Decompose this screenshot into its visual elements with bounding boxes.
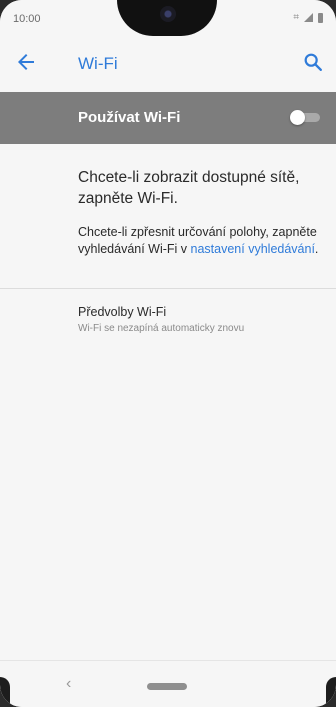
front-camera-icon — [160, 6, 176, 22]
wifi-preferences-subtitle: Wi-Fi se nezapíná automaticky znovu — [78, 323, 245, 334]
app-toolbar: Wi-Fi — [0, 36, 336, 92]
system-icons: ⌗ — [293, 12, 323, 23]
chevron-left-icon[interactable]: ‹ — [66, 675, 71, 693]
status-bar: 10:00 ⌗ — [0, 0, 336, 36]
wifi-master-toggle-row[interactable]: Používat Wi-Fi — [0, 92, 336, 144]
battery-icon — [318, 12, 323, 23]
divider — [0, 288, 336, 289]
wifi-switch[interactable] — [290, 110, 320, 125]
phone-screen: 10:00 ⌗ Wi-Fi Používat Wi-Fi Chcete-li z… — [0, 0, 336, 707]
bottom-right-corner — [326, 677, 336, 707]
location-hint: Chcete-li zpřesnit určování polohy, zapn… — [78, 224, 326, 258]
page-title: Wi-Fi — [78, 54, 118, 73]
nfc-icon: ⌗ — [293, 12, 299, 23]
wifi-toggle-label: Používat Wi-Fi — [78, 109, 181, 126]
arrow-left-icon[interactable] — [14, 50, 38, 74]
home-pill-icon[interactable] — [147, 683, 187, 690]
location-hint-suffix: . — [314, 242, 319, 256]
wifi-off-message: Chcete-li zobrazit dostupné sítě, zapnět… — [78, 169, 300, 207]
navigation-bar: ‹ — [0, 660, 336, 707]
status-time: 10:00 — [13, 13, 41, 25]
scan-settings-link[interactable]: nastavení vyhledávání — [191, 242, 315, 256]
wifi-preferences-title[interactable]: Předvolby Wi-Fi — [78, 305, 166, 319]
signal-icon — [304, 13, 313, 22]
search-icon[interactable] — [302, 51, 324, 73]
bottom-left-corner — [0, 677, 10, 707]
switch-thumb — [290, 110, 305, 125]
